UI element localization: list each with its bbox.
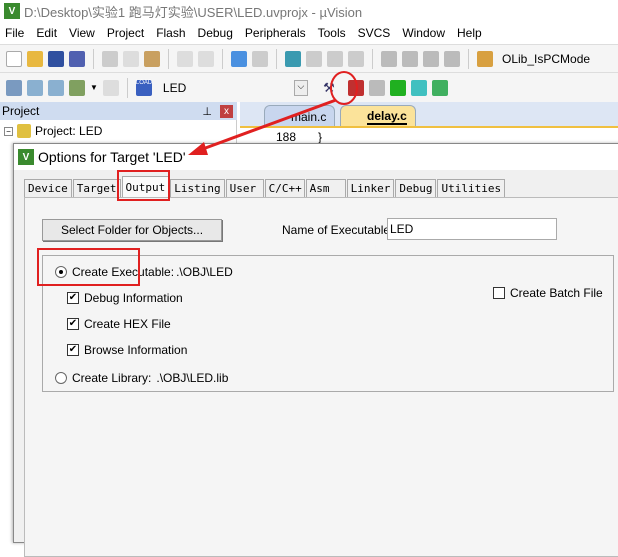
annotation-overlay [188, 71, 358, 155]
annotation-arrow-line [199, 98, 337, 152]
annotation-arrow-head [188, 142, 208, 155]
